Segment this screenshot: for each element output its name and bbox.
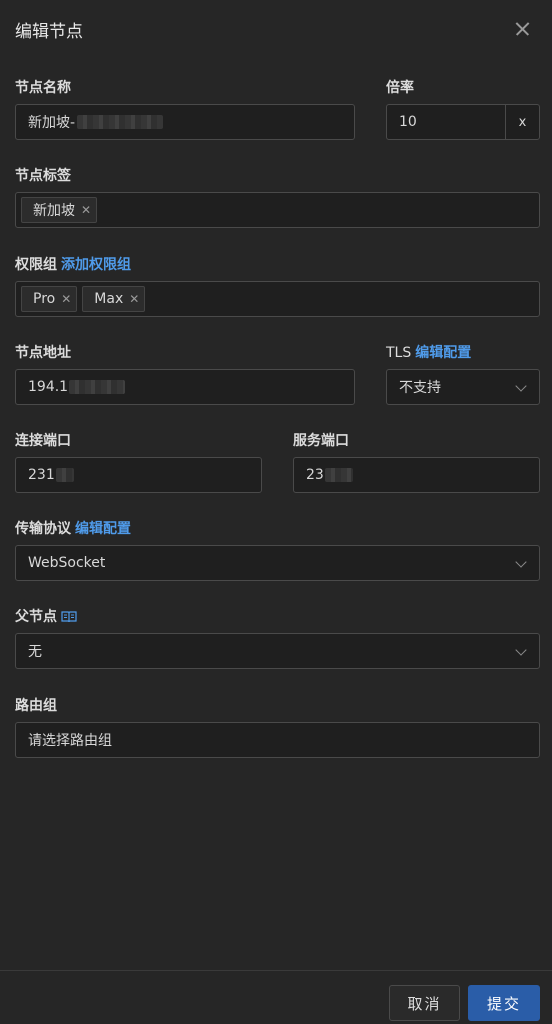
service-port-input[interactable]: 23 — [293, 457, 540, 493]
book-icon[interactable] — [61, 610, 77, 627]
ratio-input[interactable]: 10 x — [386, 104, 540, 140]
redacted-text — [55, 468, 74, 482]
tag-remove-icon[interactable]: ✕ — [129, 292, 139, 306]
route-group-select[interactable]: 请选择路由组 — [15, 722, 540, 758]
permission-group-input[interactable]: Pro ✕ Max ✕ — [15, 281, 540, 317]
transport-edit-config-link[interactable]: 编辑配置 — [75, 521, 131, 537]
redacted-text — [324, 468, 353, 482]
node-address-label: 节点地址 — [15, 345, 71, 361]
dialog-footer: 取消 提交 — [0, 970, 552, 1024]
transport-label: 传输协议 编辑配置 — [15, 518, 131, 538]
chevron-down-icon — [515, 644, 527, 656]
service-port-label: 服务端口 — [293, 433, 349, 449]
add-permission-group-link[interactable]: 添加权限组 — [61, 257, 131, 273]
connect-port-value: 231 — [28, 467, 55, 483]
tls-label-text: TLS — [386, 345, 412, 361]
ratio-value: 10 — [399, 114, 417, 130]
cancel-button[interactable]: 取消 — [389, 985, 460, 1021]
close-icon[interactable] — [511, 17, 535, 41]
redacted-text — [77, 115, 164, 129]
chevron-down-icon — [515, 380, 527, 392]
tag-label: Pro — [33, 291, 56, 307]
tls-label: TLS 编辑配置 — [386, 342, 471, 362]
dialog-title: 编辑节点 — [15, 21, 83, 42]
service-port-value: 23 — [306, 467, 324, 483]
redacted-text — [69, 380, 126, 394]
submit-button[interactable]: 提交 — [468, 985, 540, 1021]
parent-node-label: 父节点 — [15, 606, 77, 627]
node-name-value: 新加坡- — [28, 115, 76, 131]
tag-singapore: 新加坡 ✕ — [21, 197, 98, 223]
tag-remove-icon[interactable]: ✕ — [81, 203, 91, 217]
node-tags-input[interactable]: 新加坡 ✕ — [15, 192, 540, 228]
tag-pro: Pro ✕ — [21, 286, 78, 312]
transport-label-text: 传输协议 — [15, 521, 71, 537]
permission-group-label-text: 权限组 — [15, 257, 57, 273]
transport-value: WebSocket — [28, 555, 106, 571]
tls-value: 不支持 — [399, 380, 441, 396]
tag-label: 新加坡 — [33, 203, 75, 219]
route-group-placeholder: 请选择路由组 — [28, 733, 112, 749]
dialog-header: 编辑节点 — [0, 0, 552, 58]
tag-label: Max — [94, 291, 124, 307]
chevron-down-icon — [515, 556, 527, 568]
connect-port-label: 连接端口 — [15, 433, 71, 449]
node-address-input[interactable]: 194.1 — [15, 369, 355, 405]
tls-edit-config-link[interactable]: 编辑配置 — [415, 345, 471, 361]
parent-node-select[interactable]: 无 — [15, 633, 540, 669]
node-tags-label: 节点标签 — [15, 168, 71, 184]
tls-select[interactable]: 不支持 — [386, 369, 540, 405]
route-group-label: 路由组 — [15, 698, 57, 714]
parent-node-value: 无 — [28, 644, 42, 660]
node-name-label: 节点名称 — [15, 80, 71, 96]
ratio-suffix: x — [505, 105, 539, 139]
parent-node-label-text: 父节点 — [15, 609, 57, 625]
node-address-value: 194.1 — [28, 379, 69, 395]
permission-group-label: 权限组 添加权限组 — [15, 254, 131, 274]
connect-port-input[interactable]: 231 — [15, 457, 262, 493]
transport-select[interactable]: WebSocket — [15, 545, 540, 581]
node-name-input[interactable]: 新加坡- — [15, 104, 355, 140]
tag-max: Max ✕ — [82, 286, 146, 312]
ratio-label: 倍率 — [386, 80, 414, 96]
tag-remove-icon[interactable]: ✕ — [61, 292, 71, 306]
